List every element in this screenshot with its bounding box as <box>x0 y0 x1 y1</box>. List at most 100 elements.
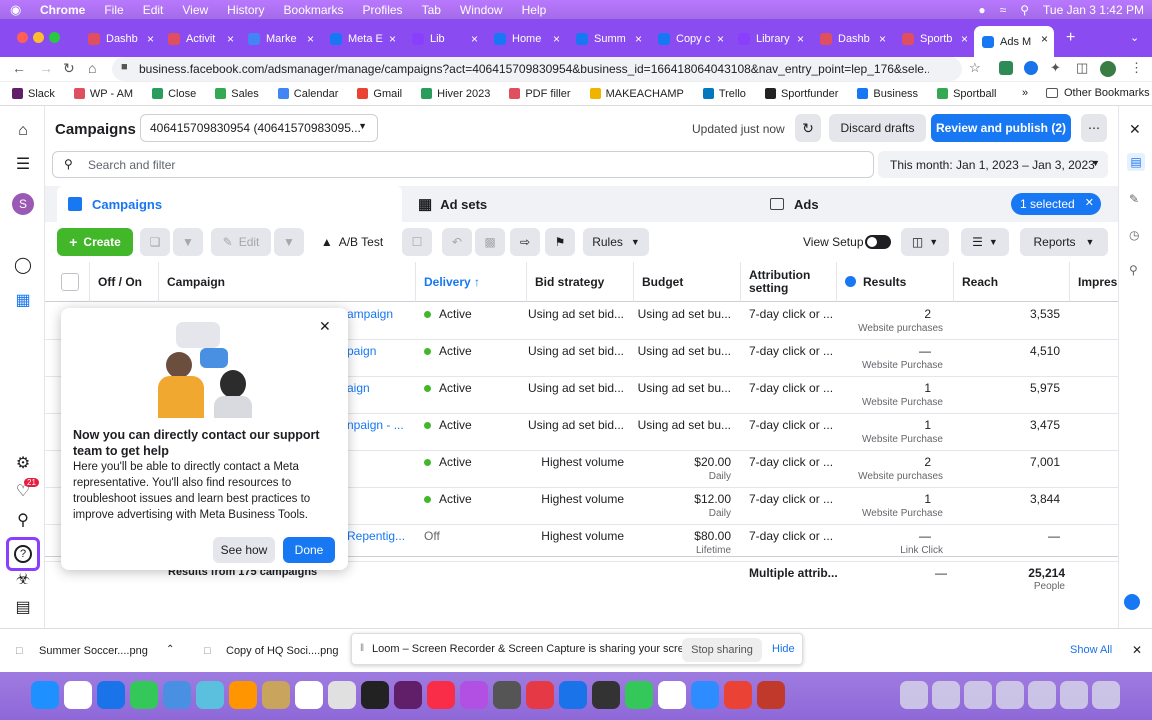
hide-button[interactable]: Hide <box>772 643 795 655</box>
dock-app-icon[interactable] <box>658 681 686 709</box>
ads-manager-icon[interactable]: ▦ <box>12 289 34 311</box>
search-icon[interactable]: ⚲ <box>12 509 34 531</box>
campaign-name-link[interactable]: paign <box>347 344 417 381</box>
dock-app-icon[interactable] <box>196 681 224 709</box>
campaign-name-link[interactable]: aign <box>347 381 417 418</box>
notifications-icon[interactable]: ♡ 21 <box>12 478 39 502</box>
minimize-window-icon[interactable] <box>33 32 44 43</box>
reload-icon[interactable]: ↻ <box>63 60 75 77</box>
close-downloads-icon[interactable]: ✕ <box>1132 643 1142 657</box>
menu-file[interactable]: File <box>104 3 123 17</box>
drag-handle-icon[interactable]: ‖ <box>360 643 364 654</box>
dock-app-icon[interactable] <box>328 681 356 709</box>
bookmark-item[interactable]: Hiver 2023 <box>421 88 490 100</box>
dock-app-icon[interactable] <box>394 681 422 709</box>
col-campaign[interactable]: Campaign <box>159 262 416 302</box>
campaign-name-link[interactable]: ampaign <box>347 307 417 344</box>
help-icon[interactable]: ? <box>6 537 40 571</box>
clear-selection-icon[interactable]: ✕ <box>1085 196 1094 209</box>
delete-icon[interactable]: ▩ <box>475 228 505 256</box>
bookmark-item[interactable]: MAKEACHAMP <box>589 88 684 100</box>
review-publish-button[interactable]: Review and publish (2) <box>931 114 1071 142</box>
chart-icon[interactable]: ▤ <box>1127 153 1145 171</box>
dock-app-icon[interactable] <box>724 681 752 709</box>
menu-tab[interactable]: Tab <box>422 3 441 17</box>
menu-window[interactable]: Window <box>460 3 503 17</box>
close-tab-icon[interactable]: × <box>797 32 804 46</box>
close-tab-icon[interactable]: × <box>553 32 560 46</box>
more-bookmarks-icon[interactable]: » <box>1022 87 1028 99</box>
info-icon[interactable] <box>845 276 856 287</box>
dock-window-thumbnail[interactable] <box>1092 681 1120 709</box>
close-tab-icon[interactable]: × <box>635 32 642 46</box>
dock-app-icon[interactable] <box>493 681 521 709</box>
extension-icon[interactable] <box>1024 61 1038 75</box>
tab-search-icon[interactable]: ⌄ <box>1130 31 1139 44</box>
dashboard-icon[interactable]: ◯ <box>12 254 34 276</box>
url-bar[interactable]: ■ business.facebook.com/adsmanager/manag… <box>112 57 962 81</box>
dock-app-icon[interactable] <box>163 681 191 709</box>
menu-icon[interactable]: ☰ <box>12 153 34 175</box>
menu-app[interactable]: Chrome <box>40 3 85 17</box>
dock-window-thumbnail[interactable] <box>996 681 1024 709</box>
dock-app-icon[interactable] <box>130 681 158 709</box>
close-tab-icon[interactable]: × <box>389 32 396 46</box>
dock-app-icon[interactable] <box>97 681 125 709</box>
record-icon[interactable]: ● <box>978 3 985 17</box>
campaign-name-link[interactable]: npaign - ... <box>347 418 417 455</box>
dock-window-thumbnail[interactable] <box>964 681 992 709</box>
dock-window-thumbnail[interactable] <box>1060 681 1088 709</box>
extension-icon[interactable] <box>999 61 1013 75</box>
export-icon[interactable]: ⇨ <box>510 228 540 256</box>
browser-tab[interactable]: Library × <box>730 26 810 52</box>
dock-app-icon[interactable] <box>559 681 587 709</box>
chevron-up-icon[interactable]: ⌃ <box>166 644 174 655</box>
chat-bubble-icon[interactable] <box>1124 594 1140 610</box>
duplicate-menu-chevron-icon[interactable]: ▼ <box>173 228 203 256</box>
bookmark-item[interactable]: Business <box>857 88 918 100</box>
browser-tab[interactable]: Activit × <box>160 26 240 52</box>
download-file-2[interactable]: Copy of HQ Soci....png <box>226 645 339 657</box>
dock-app-icon[interactable] <box>64 681 92 709</box>
refresh-icon[interactable]: ↻ <box>795 114 821 142</box>
menu-bookmarks[interactable]: Bookmarks <box>284 3 344 17</box>
bookmark-item[interactable]: Gmail <box>357 88 402 100</box>
dock-window-thumbnail[interactable] <box>932 681 960 709</box>
undo-icon[interactable]: ↶ <box>442 228 472 256</box>
tag-icon[interactable]: ⚑ <box>545 228 575 256</box>
stop-sharing-button[interactable]: Stop sharing <box>682 638 762 662</box>
bug-icon[interactable]: ☣ <box>12 568 34 590</box>
done-button[interactable]: Done <box>283 537 335 563</box>
close-tab-icon[interactable]: × <box>961 32 968 46</box>
browser-tab[interactable]: Dashb × <box>812 26 892 52</box>
dock-app-icon[interactable] <box>31 681 59 709</box>
other-bookmarks[interactable]: Other Bookmarks <box>1064 87 1150 99</box>
col-delivery[interactable]: Delivery ↑ <box>416 262 527 302</box>
menu-help[interactable]: Help <box>522 3 547 17</box>
dock-app-icon[interactable] <box>592 681 620 709</box>
close-tab-icon[interactable]: × <box>227 32 234 46</box>
bookmark-item[interactable]: Calendar <box>277 88 338 100</box>
show-all-button[interactable]: Show All <box>1070 644 1112 656</box>
menu-view[interactable]: View <box>182 3 208 17</box>
close-tab-icon[interactable]: × <box>1041 32 1048 46</box>
close-tab-icon[interactable]: × <box>147 32 154 46</box>
menu-profiles[interactable]: Profiles <box>363 3 403 17</box>
col-reach[interactable]: Reach <box>954 262 1070 302</box>
browser-tab[interactable]: Ads M × <box>974 26 1054 57</box>
lock-icon[interactable]: ■ <box>121 61 128 73</box>
dock-app-icon[interactable] <box>229 681 257 709</box>
bookmark-star-icon[interactable]: ☆ <box>969 60 981 76</box>
col-bid-strategy[interactable]: Bid strategy <box>527 262 634 302</box>
avatar[interactable]: S <box>12 193 34 215</box>
duplicate-icon[interactable]: ❏ <box>140 228 170 256</box>
bookmark-item[interactable]: Slack <box>12 88 55 100</box>
wifi-icon[interactable]: ≈ <box>1000 3 1007 17</box>
edit-pencil-icon[interactable]: ✎ <box>1129 192 1139 206</box>
forward-icon[interactable]: → <box>39 60 53 76</box>
clipboard-icon[interactable]: ☐ <box>402 228 432 256</box>
account-selector[interactable]: 406415709830954 (40641570983095... ▼ <box>140 114 378 142</box>
browser-tab[interactable]: Sportb × <box>894 26 974 52</box>
col-attribution[interactable]: Attribution setting <box>741 262 837 302</box>
dock-app-icon[interactable] <box>295 681 323 709</box>
